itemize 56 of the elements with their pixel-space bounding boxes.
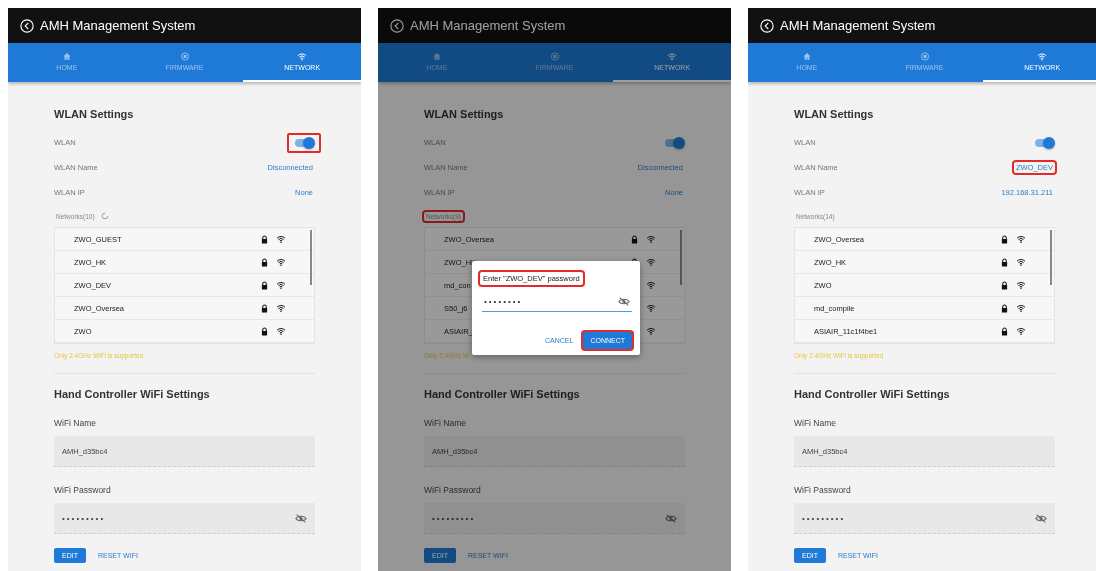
eye-slash-icon[interactable] <box>665 513 677 523</box>
wifi-icon <box>646 327 656 335</box>
section-heading: Hand Controller WiFi Settings <box>794 388 951 400</box>
app-title: AMH Management System <box>780 18 936 33</box>
wifi-icon <box>297 52 308 61</box>
section-heading: Hand Controller WiFi Settings <box>54 388 211 400</box>
wlan-toggle[interactable] <box>665 138 683 147</box>
wifi-name-label: WiFi Name <box>424 418 468 428</box>
section-heading: WLAN Settings <box>424 108 505 120</box>
wlan-toggle[interactable] <box>295 138 313 147</box>
scrollbar[interactable] <box>680 230 682 285</box>
wlan-toggle[interactable] <box>1035 138 1053 147</box>
wifi-icon <box>646 258 656 266</box>
wifi-password-label: WiFi Password <box>424 485 482 495</box>
wifi-icon <box>276 235 286 243</box>
chip-icon <box>179 52 190 61</box>
home-icon <box>61 52 72 61</box>
eye-slash-icon[interactable] <box>618 296 630 306</box>
wifi-password-field[interactable]: ••••••••• <box>54 503 315 534</box>
section-heading: WLAN Settings <box>794 108 875 120</box>
wifi-icon <box>276 281 286 289</box>
section-heading: Hand Controller WiFi Settings <box>424 388 581 400</box>
scrollbar[interactable] <box>310 230 312 285</box>
wifi-icon <box>276 304 286 312</box>
wifi-icon <box>646 235 656 243</box>
wifi-icon <box>667 52 678 61</box>
back-icon[interactable] <box>760 18 774 33</box>
eye-slash-icon[interactable] <box>1035 513 1047 523</box>
back-icon[interactable] <box>390 18 404 33</box>
home-icon <box>431 52 442 61</box>
app-title: AMH Management System <box>40 18 196 33</box>
scrollbar[interactable] <box>1050 230 1052 285</box>
wifi-password-field[interactable]: ••••••••• <box>794 503 1055 534</box>
wifi-name-label: WiFi Name <box>794 418 838 428</box>
home-icon <box>801 52 812 61</box>
wifi-icon <box>1016 258 1026 266</box>
app-title: AMH Management System <box>410 18 566 33</box>
wifi-icon <box>276 327 286 335</box>
wifi-name-label: WiFi Name <box>54 418 98 428</box>
wifi-icon <box>646 281 656 289</box>
password-field[interactable]: •••••••• <box>482 291 632 312</box>
wifi-icon <box>1016 327 1026 335</box>
wifi-icon <box>1016 304 1026 312</box>
back-icon[interactable] <box>20 18 34 33</box>
wifi-icon <box>1037 52 1048 61</box>
wifi-icon <box>646 304 656 312</box>
wifi-icon <box>1016 281 1026 289</box>
eye-slash-icon[interactable] <box>295 513 307 523</box>
wifi-password-field[interactable]: ••••••••• <box>424 503 685 534</box>
wifi-icon <box>276 258 286 266</box>
wifi-icon <box>1016 235 1026 243</box>
wifi-password-label: WiFi Password <box>54 485 112 495</box>
wifi-password-label: WiFi Password <box>794 485 852 495</box>
chip-icon <box>919 52 930 61</box>
section-heading: WLAN Settings <box>54 108 135 120</box>
chip-icon <box>549 52 560 61</box>
